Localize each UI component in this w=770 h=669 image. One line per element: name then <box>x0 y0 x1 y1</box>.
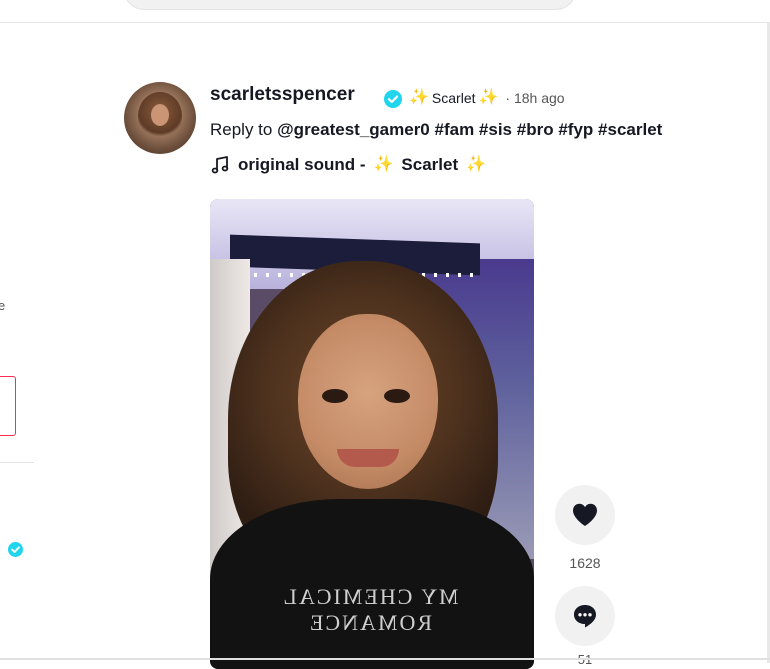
avatar-face <box>151 104 169 126</box>
caption-prefix: Reply to <box>210 120 273 139</box>
sidebar-login-button[interactable] <box>0 376 16 436</box>
search-bar[interactable] <box>124 0 576 10</box>
video-player[interactable]: MY CHEMICAL ROMANCE <box>210 199 534 669</box>
verified-badge-icon <box>384 90 402 108</box>
caption-mention-link[interactable]: @greatest_gamer0 <box>277 120 430 139</box>
author-username[interactable]: scarletsspencer <box>210 84 355 106</box>
sidebar-verified-icon <box>8 542 23 557</box>
sparkle-icon: ✨ <box>478 89 499 106</box>
author-nickname-row: ✨ Scarlet ✨ · 18h ago <box>409 89 565 107</box>
shirt-line: MY CHEMICAL <box>281 584 459 609</box>
sparkle-icon: ✨ <box>373 156 394 173</box>
comment-button[interactable] <box>555 586 615 646</box>
heart-icon <box>573 503 597 526</box>
shirt-line: ROMANCE <box>308 610 433 635</box>
video-person-eye <box>384 389 410 403</box>
post-time: · 18h ago <box>505 90 565 106</box>
hashtag-link[interactable]: #fam <box>435 120 475 139</box>
video-person-mouth <box>337 449 399 467</box>
sparkle-icon: ✨ <box>409 89 429 106</box>
music-link[interactable]: original sound - ✨ Scarlet ✨ <box>210 155 486 175</box>
music-note-icon <box>211 156 229 174</box>
hashtag-link[interactable]: #bro <box>517 120 554 139</box>
hashtag-link[interactable]: #fyp <box>558 120 593 139</box>
comment-bubble-icon <box>574 605 596 628</box>
viewport-bottom-border <box>0 658 770 660</box>
like-count: 1628 <box>569 555 601 571</box>
hashtag-link[interactable]: #sis <box>479 120 512 139</box>
video-shirt-print: MY CHEMICAL ROMANCE <box>265 584 475 636</box>
sidebar-divider <box>0 462 34 463</box>
like-button[interactable] <box>555 485 615 545</box>
author-nickname[interactable]: Scarlet <box>432 90 476 106</box>
sidebar-clipped-text: e <box>0 298 6 313</box>
music-title: original sound - <box>238 155 366 174</box>
hashtag-link[interactable]: #scarlet <box>598 120 662 139</box>
video-person-eye <box>322 389 348 403</box>
post-caption: Reply to @greatest_gamer0 #fam #sis #bro… <box>210 120 662 140</box>
sparkle-icon: ✨ <box>466 156 487 173</box>
author-avatar[interactable] <box>124 82 196 154</box>
music-artist: Scarlet <box>401 155 459 174</box>
header-divider <box>0 22 770 23</box>
